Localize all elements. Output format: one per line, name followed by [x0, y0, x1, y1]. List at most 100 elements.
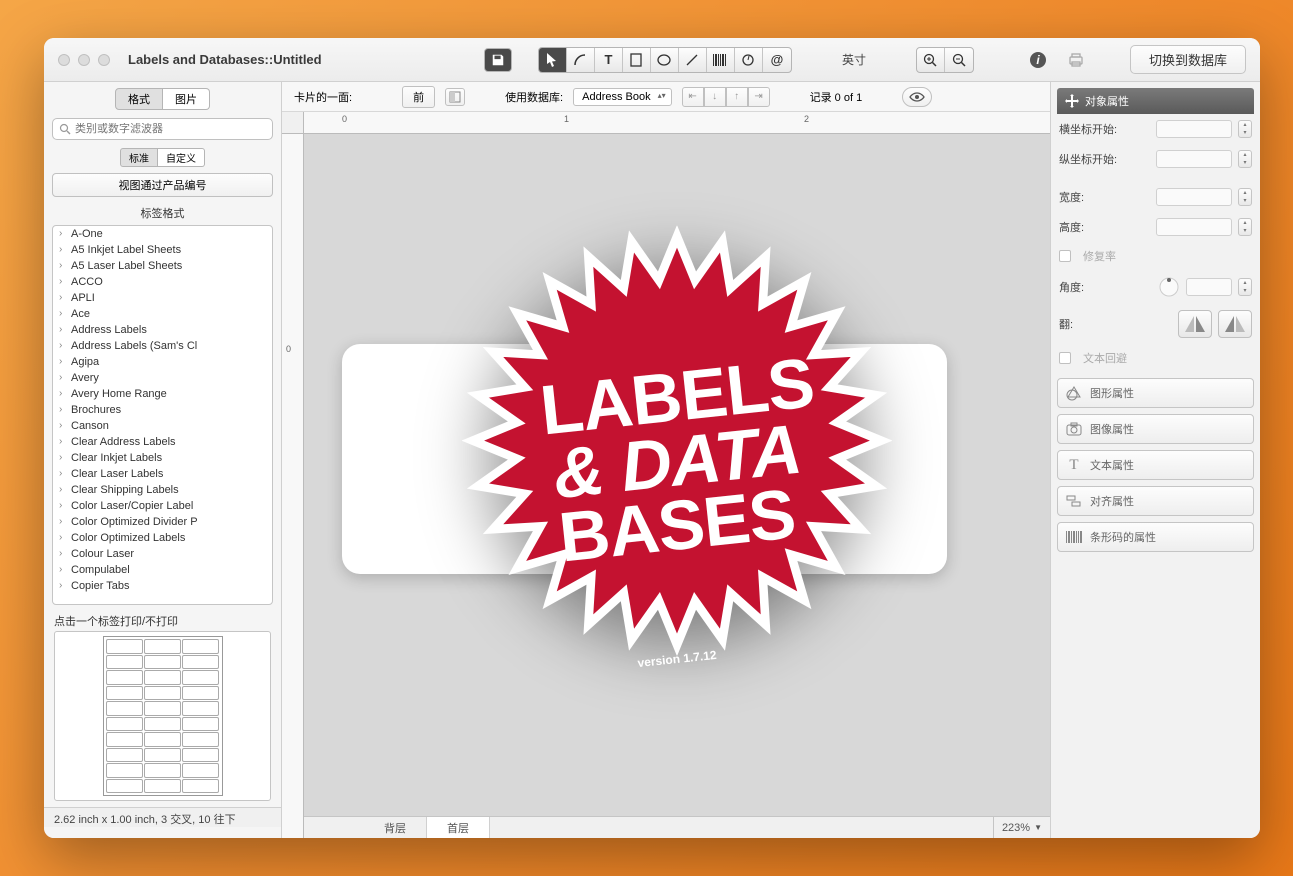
last-record-button[interactable]: ⇥ — [748, 87, 770, 107]
back-side-button[interactable] — [445, 88, 465, 106]
front-button[interactable]: 前 — [402, 86, 435, 108]
list-item[interactable]: Avery Home Range — [53, 386, 272, 402]
list-item[interactable]: Clear Laser Labels — [53, 466, 272, 482]
list-item[interactable]: A5 Inkjet Label Sheets — [53, 242, 272, 258]
search-icon — [59, 123, 71, 135]
text-wrap-checkbox[interactable] — [1059, 352, 1071, 364]
list-item[interactable]: Clear Inkjet Labels — [53, 450, 272, 466]
prev-record-button[interactable]: ↓ — [704, 87, 726, 107]
barcode-tool[interactable] — [707, 48, 735, 72]
list-item[interactable]: ACCO — [53, 274, 272, 290]
zoom-group — [916, 47, 974, 73]
list-item[interactable]: Clear Shipping Labels — [53, 482, 272, 498]
minimize-window-button[interactable] — [78, 54, 90, 66]
zoom-out-button[interactable] — [945, 48, 973, 72]
y-start-stepper[interactable]: ▴▾ — [1238, 150, 1252, 168]
camera-icon — [1066, 421, 1082, 437]
image-props-accordion[interactable]: 图像属性 — [1057, 414, 1254, 444]
search-input[interactable] — [75, 123, 266, 135]
list-item[interactable]: APLI — [53, 290, 272, 306]
list-item[interactable]: Compulabel — [53, 562, 272, 578]
angle-dial[interactable] — [1158, 276, 1180, 298]
canvas[interactable]: LABELS & DATA BASES version 1.7.12 — [304, 134, 1050, 816]
list-item[interactable]: Avery — [53, 370, 272, 386]
list-item[interactable]: Address Labels — [53, 322, 272, 338]
list-item[interactable]: Brochures — [53, 402, 272, 418]
layer-bar: 背层 首层 223%▼ — [304, 816, 1050, 838]
close-window-button[interactable] — [58, 54, 70, 66]
text-props-accordion[interactable]: T文本属性 — [1057, 450, 1254, 480]
height-input[interactable] — [1156, 218, 1232, 236]
list-item[interactable]: Clear Address Labels — [53, 434, 272, 450]
align-icon — [1066, 493, 1082, 509]
view-by-product-button[interactable]: 视图通过产品编号 — [52, 173, 273, 197]
tool-group: T @ — [538, 47, 792, 73]
flip-vertical-button[interactable] — [1218, 310, 1252, 338]
list-item[interactable]: Copier Tabs — [53, 578, 272, 594]
zoom-in-button[interactable] — [917, 48, 945, 72]
list-item[interactable]: A5 Laser Label Sheets — [53, 258, 272, 274]
at-tool[interactable]: @ — [763, 48, 791, 72]
width-input[interactable] — [1156, 188, 1232, 206]
ellipse-tool[interactable] — [651, 48, 679, 72]
rect-tool[interactable] — [623, 48, 651, 72]
angle-label: 角度: — [1059, 279, 1152, 295]
height-stepper[interactable]: ▴▾ — [1238, 218, 1252, 236]
info-icon[interactable]: i — [1024, 48, 1052, 72]
main-header: 卡片的一面: 前 使用数据库: Address Book ▴▾ ⇤ ↓ ↑ ⇥ … — [282, 82, 1050, 112]
list-item[interactable]: Color Optimized Labels — [53, 530, 272, 546]
repair-checkbox[interactable] — [1059, 250, 1071, 262]
flip-horizontal-button[interactable] — [1178, 310, 1212, 338]
tab-image[interactable]: 图片 — [163, 88, 210, 110]
label-format-list[interactable]: A-OneA5 Inkjet Label SheetsA5 Laser Labe… — [53, 226, 272, 604]
width-stepper[interactable]: ▴▾ — [1238, 188, 1252, 206]
zoom-window-button[interactable] — [98, 54, 110, 66]
switch-to-database-button[interactable]: 切换到数据库 — [1130, 45, 1246, 74]
x-start-label: 横坐标开始: — [1059, 121, 1150, 137]
save-icon-button[interactable] — [484, 48, 512, 72]
label-sheet-preview[interactable] — [54, 631, 271, 801]
shape-props-accordion[interactable]: 图形属性 — [1057, 378, 1254, 408]
angle-input[interactable] — [1186, 278, 1232, 296]
counter-tool[interactable] — [735, 48, 763, 72]
height-label: 高度: — [1059, 219, 1150, 235]
align-props-accordion[interactable]: 对齐属性 — [1057, 486, 1254, 516]
line-tool[interactable] — [679, 48, 707, 72]
x-start-input[interactable] — [1156, 120, 1232, 138]
print-icon[interactable] — [1062, 48, 1090, 72]
list-item[interactable]: Address Labels (Sam's Cl — [53, 338, 272, 354]
y-start-input[interactable] — [1156, 150, 1232, 168]
tab-format[interactable]: 格式 — [115, 88, 163, 110]
preview-toggle[interactable] — [902, 87, 932, 107]
list-item[interactable]: A-One — [53, 226, 272, 242]
layer-front[interactable]: 首层 — [427, 817, 490, 838]
mini-tab-standard[interactable]: 标准 — [120, 148, 158, 167]
list-item[interactable]: Agipa — [53, 354, 272, 370]
list-item[interactable]: Canson — [53, 418, 272, 434]
list-item[interactable]: Colour Laser — [53, 546, 272, 562]
arc-tool[interactable] — [567, 48, 595, 72]
pointer-tool[interactable] — [539, 48, 567, 72]
canvas-area: 0 1 2 0 LABELS & DATA — [282, 112, 1050, 838]
search-field[interactable] — [52, 118, 273, 140]
text-tool[interactable]: T — [595, 48, 623, 72]
right-panel: 对象属性 横坐标开始:▴▾ 纵坐标开始:▴▾ 宽度:▴▾ 高度:▴▾ 修复率 角… — [1050, 82, 1260, 838]
barcode-props-accordion[interactable]: 条形码的属性 — [1057, 522, 1254, 552]
first-record-button[interactable]: ⇤ — [682, 87, 704, 107]
object-props-header[interactable]: 对象属性 — [1057, 88, 1254, 114]
db-select[interactable]: Address Book ▴▾ — [573, 88, 671, 106]
next-record-button[interactable]: ↑ — [726, 87, 748, 107]
shape-icon — [1066, 385, 1082, 401]
angle-stepper[interactable]: ▴▾ — [1238, 278, 1252, 296]
list-item[interactable]: Color Laser/Copier Label — [53, 498, 272, 514]
mini-tab-custom[interactable]: 自定义 — [158, 148, 205, 167]
layer-back[interactable]: 背层 — [364, 817, 427, 838]
x-start-stepper[interactable]: ▴▾ — [1238, 120, 1252, 138]
app-window: Labels and Databases::Untitled T @ 英寸 i — [44, 38, 1260, 838]
zoom-display[interactable]: 223%▼ — [993, 817, 1050, 838]
unit-label[interactable]: 英寸 — [842, 51, 866, 68]
list-title: 标签格式 — [44, 201, 281, 225]
db-select-value: Address Book — [582, 91, 650, 103]
list-item[interactable]: Ace — [53, 306, 272, 322]
list-item[interactable]: Color Optimized Divider P — [53, 514, 272, 530]
